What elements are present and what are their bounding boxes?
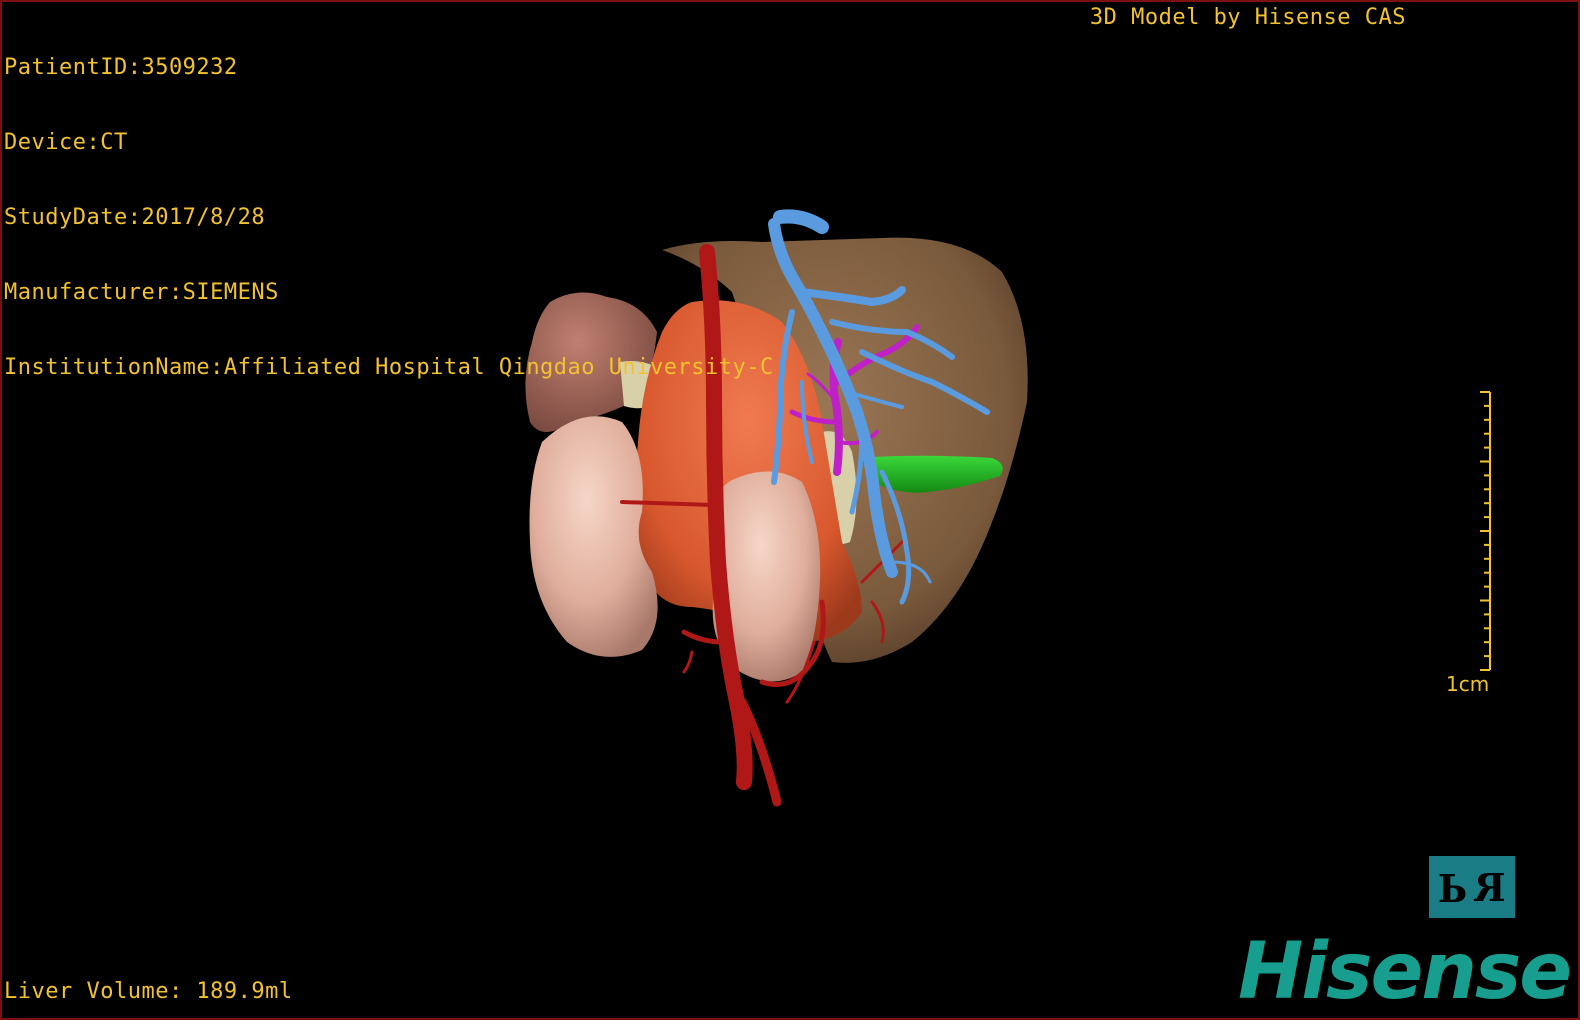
dicom-info-overlay: PatientID:3509232 Device:CT StudyDate:20…	[4, 5, 774, 430]
brand-label: 3D Model by Hisense CAS	[1089, 5, 1406, 30]
orientation-cube[interactable]: P R	[1429, 856, 1515, 918]
orientation-face-posterior: P	[1437, 864, 1467, 910]
scale-ruler-icon	[1480, 391, 1491, 671]
scale-label: 1cm	[1446, 672, 1490, 696]
3d-viewport[interactable]: PatientID:3509232 Device:CT StudyDate:20…	[0, 0, 1580, 1020]
patient-id: PatientID:3509232	[4, 55, 238, 80]
device: Device:CT	[4, 130, 128, 155]
study-date: StudyDate:2017/8/28	[4, 205, 266, 230]
liver-volume: Liver Volume: 189.9ml	[4, 979, 293, 1004]
orientation-face-right: R	[1474, 864, 1507, 910]
manufacturer: Manufacturer:SIEMENS	[4, 280, 279, 305]
hisense-logo: Hisense	[1238, 927, 1572, 1017]
institution-name: InstitutionName:Affiliated Hospital Qing…	[4, 355, 774, 380]
